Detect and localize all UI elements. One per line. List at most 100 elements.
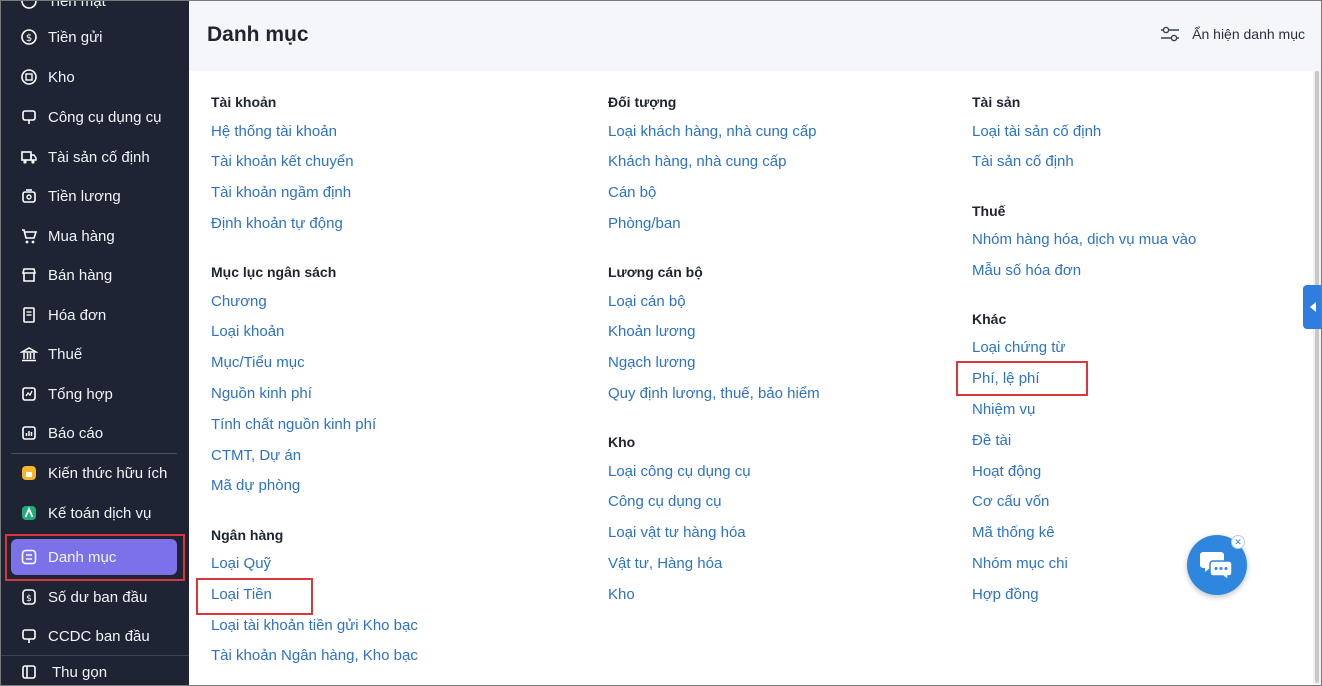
section-title-staff-salary: Lương cán bộ [608, 264, 703, 280]
link-fixed-asset-type[interactable]: Loại tài sản cố định [972, 123, 1101, 140]
sidebar-item-purchase[interactable]: Mua hàng [11, 218, 177, 254]
sidebar-item-invoice[interactable]: Hóa đơn [11, 297, 177, 333]
scrollbar-thumb[interactable] [1315, 71, 1319, 683]
link-material-goods[interactable]: Vật tư, Hàng hóa [608, 555, 722, 572]
highlight-box-fees-charges [956, 361, 1088, 396]
link-expense-group[interactable]: Nhóm mục chi [972, 555, 1068, 572]
tools-icon [20, 108, 38, 126]
sidebar-item-knowledge[interactable]: Kiến thức hữu ích [11, 455, 177, 491]
link-default-account[interactable]: Tài khoản ngầm định [211, 184, 351, 201]
link-chapter[interactable]: Chương [211, 293, 267, 310]
section-title-budget-index: Mục lục ngân sách [211, 264, 337, 280]
link-voucher-type[interactable]: Loại chứng từ [972, 339, 1065, 356]
link-bank-account[interactable]: Tài khoản Ngân hàng, Kho bạc [211, 647, 418, 664]
chat-bubbles-icon [1200, 552, 1233, 581]
bank-icon [20, 345, 38, 363]
link-treasury-deposit-type[interactable]: Loại tài khoản tiền gửi Kho bạc [211, 617, 418, 634]
sidebar-item-label: Kiến thức hữu ích [48, 464, 168, 482]
sidebar-item-warehouse[interactable]: Kho [11, 59, 177, 95]
chat-close-icon[interactable]: ✕ [1231, 535, 1245, 549]
report-icon [20, 424, 38, 442]
link-customer-supplier[interactable]: Khách hàng, nhà cung cấp [608, 153, 786, 170]
sidebar-item-label: Tổng hợp [48, 385, 113, 403]
sidebar-item-label: Bán hàng [48, 266, 113, 284]
sidebar-item-salary[interactable]: Tiền lương [11, 178, 177, 214]
tools-initial-icon [20, 627, 38, 645]
link-department[interactable]: Phòng/ban [608, 215, 681, 232]
link-sub-item[interactable]: Mục/Tiểu mục [211, 354, 305, 371]
link-capital-structure[interactable]: Cơ cấu vốn [972, 493, 1049, 510]
balance-icon: $ [20, 588, 38, 606]
salary-icon [20, 187, 38, 205]
sidebar-divider [11, 453, 177, 454]
app-window: Tiền mặt $ Tiền gửi Kho Công cụ dụng cụ … [0, 0, 1322, 686]
highlight-box-catalog [5, 534, 185, 581]
link-fund-type[interactable]: Loại Quỹ [211, 555, 271, 572]
cash-icon [20, 1, 38, 10]
warehouse-icon [20, 68, 38, 86]
sidebar-item-service[interactable]: Kế toán dịch vụ [11, 495, 177, 531]
section-title-tax: Thuế [972, 203, 1006, 219]
caret-left-icon [1310, 302, 1316, 312]
sidebar-item-label: Hóa đơn [48, 306, 107, 324]
sidebar-item-label: Tiền gửi [48, 28, 103, 46]
sidebar-item-summary[interactable]: Tổng hợp [11, 376, 177, 412]
cart-icon [20, 227, 38, 245]
link-warehouse[interactable]: Kho [608, 586, 635, 603]
sidebar-item-initial-tools[interactable]: CCDC ban đầu [11, 618, 177, 654]
sidebar-item-label: Số dư ban đầu [48, 588, 148, 606]
sidebar: Tiền mặt $ Tiền gửi Kho Công cụ dụng cụ … [1, 1, 189, 685]
link-auto-entry[interactable]: Định khoản tự động [211, 215, 343, 232]
service-icon [20, 504, 38, 522]
sidebar-item-sales[interactable]: Bán hàng [11, 257, 177, 293]
sidebar-item-label: Thuế [48, 345, 83, 363]
collapse-button[interactable]: Thu gọn [11, 654, 177, 685]
sidebar-item-label: Tiền lương [48, 187, 121, 205]
link-salary-item[interactable]: Khoản lương [608, 323, 695, 340]
link-contract[interactable]: Hợp đồng [972, 586, 1039, 603]
link-invoice-template[interactable]: Mẫu số hóa đơn [972, 262, 1081, 279]
sidebar-item-deposit[interactable]: $ Tiền gửi [11, 19, 177, 55]
deposit-icon: $ [20, 28, 38, 46]
summary-icon [20, 385, 38, 403]
page-title: Danh mục [207, 23, 309, 46]
link-statistics-code[interactable]: Mã thống kê [972, 524, 1055, 541]
section-title-warehouse: Kho [608, 434, 636, 450]
side-panel-toggle[interactable] [1303, 285, 1321, 329]
link-activity[interactable]: Hoạt động [972, 463, 1041, 480]
section-title-subjects: Đối tượng [608, 94, 677, 110]
section-title-accounts: Tài khoản [211, 94, 277, 110]
link-mission[interactable]: Nhiệm vụ [972, 401, 1035, 418]
sidebar-item-fixed-assets[interactable]: Tài sản cố định [11, 139, 177, 175]
link-research-topic[interactable]: Đề tài [972, 432, 1011, 449]
link-staff-type[interactable]: Loại cán bộ [608, 293, 686, 310]
link-salary-grade[interactable]: Ngạch lương [608, 354, 695, 371]
sidebar-item-label: Công cụ dụng cụ [48, 108, 162, 126]
link-tools[interactable]: Công cụ dụng cụ [608, 493, 721, 510]
link-reserve-code[interactable]: Mã dự phòng [211, 477, 300, 494]
link-staff[interactable]: Cán bộ [608, 184, 656, 201]
link-purchased-goods-group[interactable]: Nhóm hàng hóa, dịch vụ mua vào [972, 231, 1196, 248]
link-tool-type[interactable]: Loại công cụ dụng cụ [608, 463, 751, 480]
link-salary-tax-insurance-rules[interactable]: Quy định lương, thuế, bảo hiểm [608, 385, 820, 402]
toggle-catalog-button[interactable]: Ẩn hiện danh mục [1160, 25, 1305, 43]
link-funding-nature[interactable]: Tính chất nguồn kinh phí [211, 416, 376, 433]
section-title-assets: Tài sản [972, 94, 1021, 110]
sidebar-item-initial-balance[interactable]: $ Số dư ban đầu [11, 579, 177, 615]
collapse-icon [20, 663, 38, 681]
link-account-system[interactable]: Hệ thống tài khoản [211, 123, 337, 140]
link-material-goods-type[interactable]: Loại vật tư hàng hóa [608, 524, 746, 541]
sidebar-item-tax[interactable]: Thuế [11, 336, 177, 372]
sidebar-item-cash[interactable]: Tiền mặt [11, 1, 177, 19]
link-customer-supplier-type[interactable]: Loại khách hàng, nhà cung cấp [608, 123, 817, 140]
sidebar-item-tools[interactable]: Công cụ dụng cụ [11, 99, 177, 135]
sidebar-item-report[interactable]: Báo cáo [11, 415, 177, 451]
link-funding-source[interactable]: Nguồn kinh phí [211, 385, 312, 402]
link-program-project[interactable]: CTMT, Dự án [211, 447, 301, 464]
link-fixed-asset[interactable]: Tài sản cố định [972, 153, 1074, 170]
link-transfer-account[interactable]: Tài khoản kết chuyển [211, 153, 354, 170]
collapse-label: Thu gọn [52, 663, 108, 681]
section-title-other: Khác [972, 311, 1007, 327]
link-item-type[interactable]: Loại khoản [211, 323, 284, 340]
svg-text:$: $ [26, 594, 32, 604]
